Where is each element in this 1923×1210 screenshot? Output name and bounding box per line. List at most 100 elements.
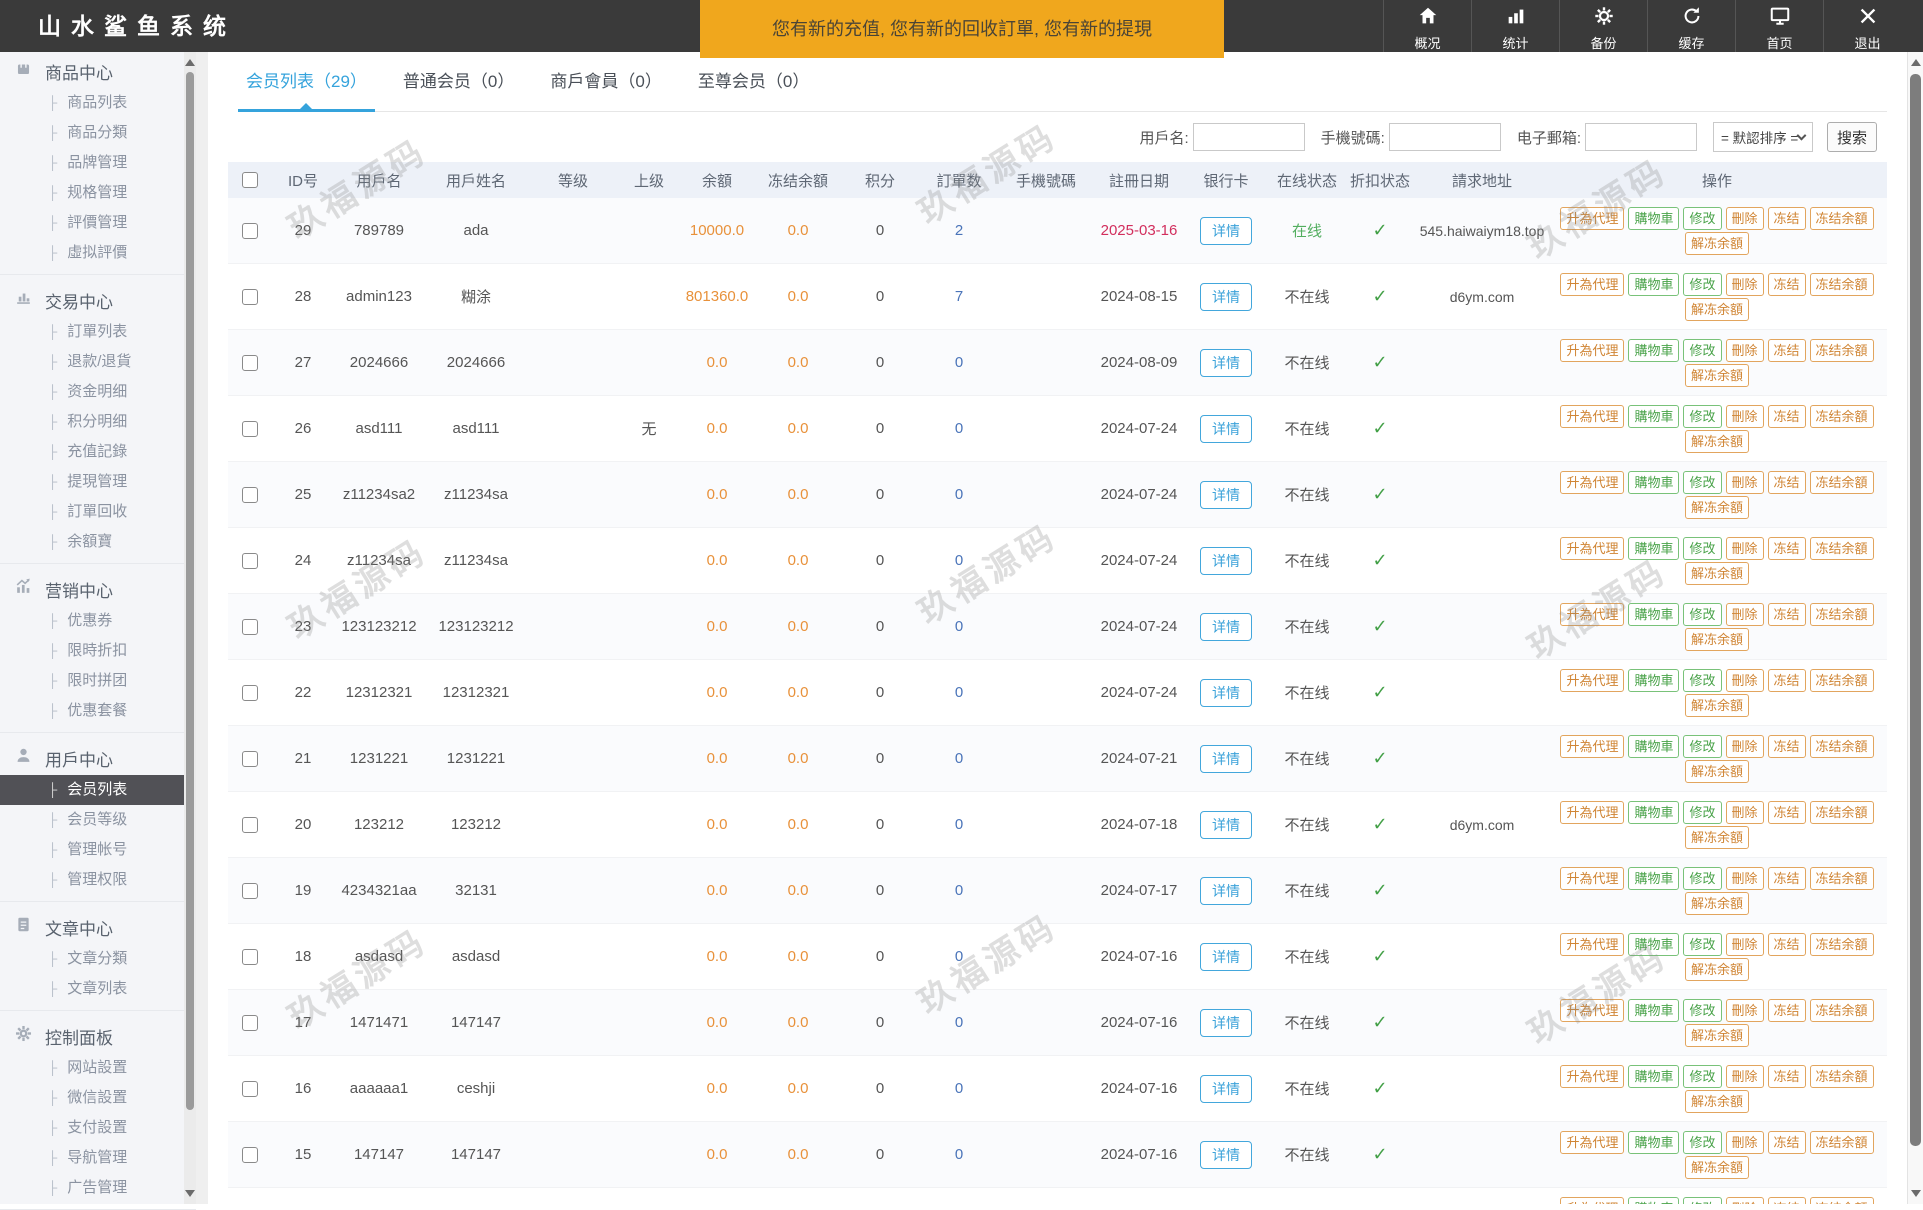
main-scrollbar-thumb[interactable] [1910,74,1921,1146]
action-orange-button[interactable]: 升為代理 [1560,867,1624,890]
action-green-button[interactable]: 修改 [1683,339,1721,362]
action-orange-button[interactable]: 解冻余額 [1685,760,1749,783]
sidebar-item[interactable]: ├充值記錄 [0,437,196,467]
action-green-button[interactable]: 購物車 [1628,207,1679,230]
action-orange-button[interactable]: 冻结 [1768,471,1806,494]
action-green-button[interactable]: 購物車 [1628,537,1679,560]
action-green-button[interactable]: 修改 [1683,1197,1721,1205]
row-checkbox[interactable] [242,487,258,503]
scroll-up-icon[interactable] [1911,59,1921,66]
action-orange-button[interactable]: 刪除 [1726,603,1764,626]
action-orange-button[interactable]: 冻结余額 [1810,537,1874,560]
sidebar-item[interactable]: ├积分明细 [0,407,196,437]
action-orange-button[interactable]: 解冻余額 [1685,232,1749,255]
action-orange-button[interactable]: 冻结 [1768,1131,1806,1154]
action-orange-button[interactable]: 解冻余額 [1685,1024,1749,1047]
search-button[interactable]: 搜索 [1827,122,1877,152]
sidebar-section-title[interactable]: 交易中心 [0,283,196,317]
action-green-button[interactable]: 修改 [1683,933,1721,956]
nav-statistics[interactable]: 统计 [1471,0,1559,52]
action-orange-button[interactable]: 刪除 [1726,207,1764,230]
action-orange-button[interactable]: 冻结余額 [1810,405,1874,428]
row-checkbox[interactable] [242,883,258,899]
action-green-button[interactable]: 購物車 [1628,1131,1679,1154]
sidebar-item[interactable]: ├商品分類 [0,118,196,148]
sidebar-item[interactable]: ├会员列表 [0,775,196,805]
orders-count-link[interactable]: 7 [918,288,1000,305]
email-input[interactable] [1585,123,1697,151]
action-orange-button[interactable]: 刪除 [1726,999,1764,1022]
action-orange-button[interactable]: 刪除 [1726,801,1764,824]
action-green-button[interactable]: 購物車 [1628,999,1679,1022]
action-orange-button[interactable]: 冻结 [1768,405,1806,428]
orders-count-link[interactable]: 2 [918,222,1000,239]
bank-detail-button[interactable]: 详情 [1200,547,1252,575]
action-orange-button[interactable]: 冻结 [1768,603,1806,626]
nav-cache[interactable]: 缓存 [1647,0,1735,52]
row-checkbox[interactable] [242,223,258,239]
bank-detail-button[interactable]: 详情 [1200,1009,1252,1037]
row-checkbox[interactable] [242,1147,258,1163]
sidebar-item[interactable]: ├规格管理 [0,178,196,208]
action-orange-button[interactable]: 冻结余額 [1810,735,1874,758]
row-checkbox[interactable] [242,619,258,635]
row-checkbox[interactable] [242,685,258,701]
bank-detail-button[interactable]: 详情 [1200,877,1252,905]
action-green-button[interactable]: 購物車 [1628,1197,1679,1205]
action-orange-button[interactable]: 冻结 [1768,1065,1806,1088]
tab-3[interactable]: 至尊会员（0） [690,52,817,111]
action-orange-button[interactable]: 冻结余額 [1810,207,1874,230]
orders-count-link[interactable]: 0 [918,882,1000,899]
sidebar-item[interactable]: ├限時折扣 [0,636,196,666]
sidebar-item[interactable]: ├导航管理 [0,1143,196,1173]
action-green-button[interactable]: 修改 [1683,207,1721,230]
action-orange-button[interactable]: 升為代理 [1560,405,1624,428]
action-green-button[interactable]: 購物車 [1628,801,1679,824]
action-orange-button[interactable]: 升為代理 [1560,471,1624,494]
action-orange-button[interactable]: 刪除 [1726,1065,1764,1088]
action-orange-button[interactable]: 冻结余額 [1810,933,1874,956]
row-checkbox[interactable] [242,355,258,371]
orders-count-link[interactable]: 0 [918,1146,1000,1163]
sidebar-section-title[interactable]: 控制面板 [0,1019,196,1053]
action-green-button[interactable]: 修改 [1683,801,1721,824]
action-green-button[interactable]: 購物車 [1628,339,1679,362]
sort-select[interactable]: = 默認排序 = [1713,122,1813,152]
scroll-down-icon[interactable] [185,1190,195,1197]
tab-2[interactable]: 商戶會員（0） [542,52,669,111]
action-orange-button[interactable]: 冻结余額 [1810,867,1874,890]
action-orange-button[interactable]: 冻结 [1768,933,1806,956]
bank-detail-button[interactable]: 详情 [1200,811,1252,839]
row-checkbox[interactable] [242,289,258,305]
phone-input[interactable] [1389,123,1501,151]
row-checkbox[interactable] [242,817,258,833]
action-orange-button[interactable]: 刪除 [1726,273,1764,296]
bank-detail-button[interactable]: 详情 [1200,1141,1252,1169]
bank-detail-button[interactable]: 详情 [1200,1075,1252,1103]
sidebar-scrollbar-thumb[interactable] [186,72,194,1110]
action-orange-button[interactable]: 冻结 [1768,1197,1806,1205]
action-orange-button[interactable]: 升為代理 [1560,1131,1624,1154]
action-orange-button[interactable]: 冻结 [1768,273,1806,296]
action-orange-button[interactable]: 解冻余額 [1685,826,1749,849]
action-green-button[interactable]: 修改 [1683,273,1721,296]
action-orange-button[interactable]: 刪除 [1726,1131,1764,1154]
scroll-down-icon[interactable] [1911,1190,1921,1197]
action-green-button[interactable]: 購物車 [1628,603,1679,626]
sidebar-item[interactable]: ├商品列表 [0,88,196,118]
sidebar-item[interactable]: ├品牌管理 [0,148,196,178]
action-orange-button[interactable]: 刪除 [1726,537,1764,560]
sidebar-item[interactable]: ├提現管理 [0,467,196,497]
action-orange-button[interactable]: 刪除 [1726,339,1764,362]
bank-detail-button[interactable]: 详情 [1200,679,1252,707]
action-orange-button[interactable]: 升為代理 [1560,669,1624,692]
action-orange-button[interactable]: 解冻余額 [1685,892,1749,915]
nav-logout[interactable]: 退出 [1823,0,1911,52]
scroll-up-icon[interactable] [185,59,195,66]
action-green-button[interactable]: 修改 [1683,537,1721,560]
action-orange-button[interactable]: 刪除 [1726,669,1764,692]
action-orange-button[interactable]: 冻结 [1768,207,1806,230]
sidebar-item[interactable]: ├虛拟評價 [0,238,196,268]
action-orange-button[interactable]: 冻结 [1768,735,1806,758]
action-green-button[interactable]: 購物車 [1628,933,1679,956]
